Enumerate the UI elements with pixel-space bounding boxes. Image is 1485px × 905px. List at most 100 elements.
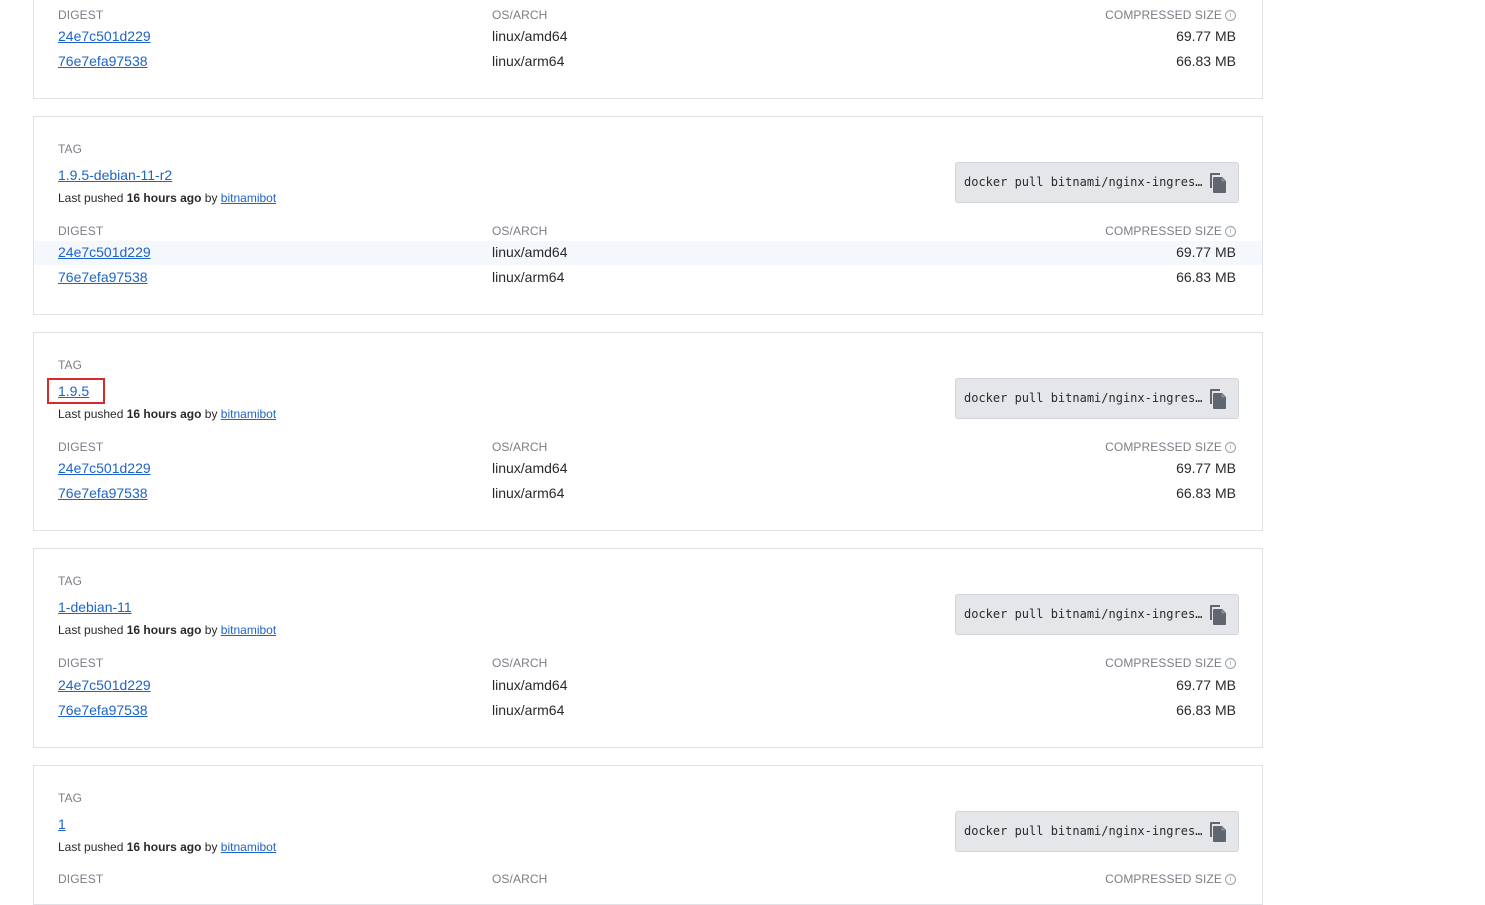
copy-icon[interactable] xyxy=(1208,604,1228,626)
tag-label: TAG xyxy=(58,574,83,588)
tag-link[interactable]: 1.9.5-debian-11-r2 xyxy=(58,167,172,183)
tag-card-1: TAG 1.9.5-debian-11-r2 Last pushed 16 ho… xyxy=(33,116,1263,315)
table-row: 76e7efa97538 linux/arm64 66.83 MB xyxy=(34,266,1262,290)
pushed-time: 16 hours ago xyxy=(126,407,202,421)
table-row: 76e7efa97538 linux/arm64 66.83 MB xyxy=(34,699,1262,723)
tag-label: TAG xyxy=(58,791,83,805)
digest-link[interactable]: 24e7c501d229 xyxy=(58,28,151,44)
pushed-by-link[interactable]: bitnamibot xyxy=(221,407,276,421)
os-arch-header: OS/ARCH xyxy=(492,440,548,454)
by-label: by xyxy=(204,191,218,205)
compressed-size-header: COMPRESSED SIZE i xyxy=(1105,224,1236,238)
size-value: 69.77 MB xyxy=(1176,28,1236,44)
last-pushed-info: Last pushed 16 hours ago by bitnamibot xyxy=(58,840,276,854)
os-arch-value: linux/amd64 xyxy=(492,677,568,693)
digest-link[interactable]: 24e7c501d229 xyxy=(58,244,151,260)
size-value: 66.83 MB xyxy=(1176,702,1236,718)
last-pushed-label: Last pushed xyxy=(58,407,124,421)
last-pushed-label: Last pushed xyxy=(58,191,124,205)
pushed-time: 16 hours ago xyxy=(126,623,202,637)
pull-command-box[interactable]: docker pull bitnami/nginx-ingres… xyxy=(955,811,1239,852)
pushed-by-link[interactable]: bitnamibot xyxy=(221,623,276,637)
os-arch-value: linux/arm64 xyxy=(492,53,565,69)
tag-label: TAG xyxy=(58,142,83,156)
compressed-size-label: COMPRESSED SIZE xyxy=(1105,656,1222,670)
last-pushed-label: Last pushed xyxy=(58,623,124,637)
last-pushed-info: Last pushed 16 hours ago by bitnamibot xyxy=(58,623,276,637)
by-label: by xyxy=(204,623,218,637)
compressed-size-header: COMPRESSED SIZE i xyxy=(1105,8,1236,22)
os-arch-header: OS/ARCH xyxy=(492,656,548,670)
by-label: by xyxy=(204,840,218,854)
table-row: 24e7c501d229 linux/amd64 69.77 MB xyxy=(34,241,1262,265)
tag-card-2: TAG 1.9.5 Last pushed 16 hours ago by bi… xyxy=(33,332,1263,531)
digest-link[interactable]: 24e7c501d229 xyxy=(58,677,151,693)
tag-link[interactable]: 1-debian-11 xyxy=(58,599,132,615)
size-value: 69.77 MB xyxy=(1176,460,1236,476)
copy-icon[interactable] xyxy=(1208,388,1228,410)
table-row: 76e7efa97538 linux/arm64 66.83 MB xyxy=(34,50,1262,74)
size-value: 66.83 MB xyxy=(1176,53,1236,69)
compressed-size-header: COMPRESSED SIZE i xyxy=(1105,440,1236,454)
os-arch-header: OS/ARCH xyxy=(492,224,548,238)
os-arch-value: linux/arm64 xyxy=(492,269,565,285)
table-row: 24e7c501d229 linux/amd64 69.77 MB xyxy=(34,457,1262,481)
digest-header: DIGEST xyxy=(58,440,104,454)
table-row: 76e7efa97538 linux/arm64 66.83 MB xyxy=(34,482,1262,506)
tag-card-0: DIGEST OS/ARCH COMPRESSED SIZE i 24e7c501… xyxy=(33,0,1263,99)
focus-highlight xyxy=(47,378,105,404)
pull-command-text: docker pull bitnami/nginx-ingres… xyxy=(964,175,1203,189)
pull-command-text: docker pull bitnami/nginx-ingres… xyxy=(964,391,1203,405)
tag-card-3: TAG 1-debian-11 Last pushed 16 hours ago… xyxy=(33,548,1263,748)
pushed-time: 16 hours ago xyxy=(126,840,202,854)
compressed-size-header: COMPRESSED SIZE i xyxy=(1105,872,1236,886)
info-icon[interactable]: i xyxy=(1225,10,1236,21)
size-value: 69.77 MB xyxy=(1176,677,1236,693)
pushed-by-link[interactable]: bitnamibot xyxy=(221,191,276,205)
tag-link[interactable]: 1 xyxy=(58,816,66,832)
info-icon[interactable]: i xyxy=(1225,442,1236,453)
digest-link[interactable]: 76e7efa97538 xyxy=(58,485,148,501)
size-value: 66.83 MB xyxy=(1176,485,1236,501)
digest-header: DIGEST xyxy=(58,872,104,886)
digest-header: DIGEST xyxy=(58,224,104,238)
compressed-size-header: COMPRESSED SIZE i xyxy=(1105,656,1236,670)
digest-header: DIGEST xyxy=(58,656,104,670)
pull-command-text: docker pull bitnami/nginx-ingres… xyxy=(964,607,1203,621)
copy-icon[interactable] xyxy=(1208,172,1228,194)
copy-icon[interactable] xyxy=(1208,821,1228,843)
compressed-size-label: COMPRESSED SIZE xyxy=(1105,872,1222,886)
pushed-time: 16 hours ago xyxy=(126,191,202,205)
digest-link[interactable]: 24e7c501d229 xyxy=(58,460,151,476)
digest-header: DIGEST xyxy=(58,8,104,22)
size-value: 69.77 MB xyxy=(1176,244,1236,260)
digest-link[interactable]: 76e7efa97538 xyxy=(58,702,148,718)
table-row: 24e7c501d229 linux/amd64 69.77 MB xyxy=(34,25,1262,49)
by-label: by xyxy=(204,407,218,421)
last-pushed-info: Last pushed 16 hours ago by bitnamibot xyxy=(58,407,276,421)
os-arch-value: linux/amd64 xyxy=(492,244,568,260)
last-pushed-info: Last pushed 16 hours ago by bitnamibot xyxy=(58,191,276,205)
pull-command-box[interactable]: docker pull bitnami/nginx-ingres… xyxy=(955,378,1239,419)
last-pushed-label: Last pushed xyxy=(58,840,124,854)
pushed-by-link[interactable]: bitnamibot xyxy=(221,840,276,854)
info-icon[interactable]: i xyxy=(1225,658,1236,669)
size-value: 66.83 MB xyxy=(1176,269,1236,285)
pull-command-box[interactable]: docker pull bitnami/nginx-ingres… xyxy=(955,162,1239,203)
os-arch-value: linux/amd64 xyxy=(492,460,568,476)
os-arch-header: OS/ARCH xyxy=(492,8,548,22)
compressed-size-label: COMPRESSED SIZE xyxy=(1105,224,1222,238)
digest-link[interactable]: 76e7efa97538 xyxy=(58,53,148,69)
compressed-size-label: COMPRESSED SIZE xyxy=(1105,440,1222,454)
info-icon[interactable]: i xyxy=(1225,226,1236,237)
tag-card-4: TAG 1 Last pushed 16 hours ago by bitnam… xyxy=(33,765,1263,905)
os-arch-value: linux/arm64 xyxy=(492,485,565,501)
compressed-size-label: COMPRESSED SIZE xyxy=(1105,8,1222,22)
pull-command-box[interactable]: docker pull bitnami/nginx-ingres… xyxy=(955,594,1239,635)
os-arch-value: linux/amd64 xyxy=(492,28,568,44)
digest-link[interactable]: 76e7efa97538 xyxy=(58,269,148,285)
table-row: 24e7c501d229 linux/amd64 69.77 MB xyxy=(34,674,1262,698)
tag-label: TAG xyxy=(58,358,83,372)
os-arch-header: OS/ARCH xyxy=(492,872,548,886)
pull-command-text: docker pull bitnami/nginx-ingres… xyxy=(964,824,1203,838)
